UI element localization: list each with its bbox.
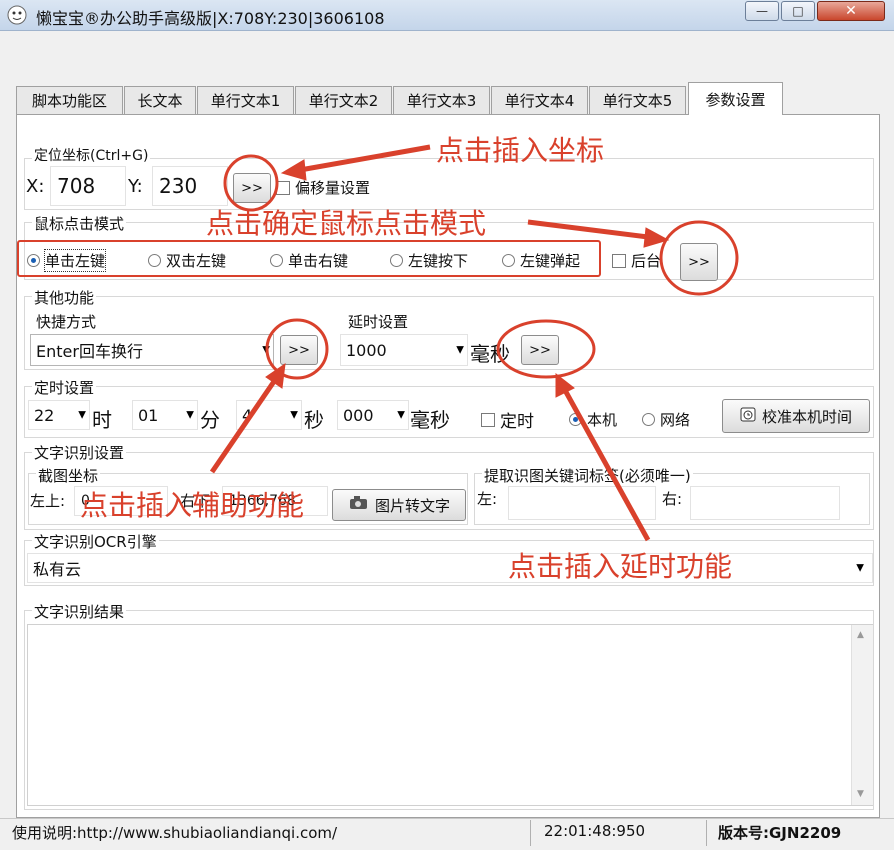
arrow-insert-coordinate xyxy=(299,144,431,173)
annotation-delay-function: 点击插入延时功能 xyxy=(508,550,733,583)
annotation-insert-coordinate: 点击插入坐标 xyxy=(436,134,605,167)
annotation-aux-function: 点击插入辅助功能 xyxy=(80,489,305,522)
arrow-aux xyxy=(209,378,278,474)
circle-shortcut xyxy=(265,318,329,380)
arrowhead-insert-coordinate xyxy=(280,159,307,181)
circle-delay xyxy=(496,319,596,379)
arrow-delay xyxy=(563,390,651,542)
tab-parameter-settings[interactable]: 参数设置 xyxy=(688,82,783,115)
circle-click-mode xyxy=(659,220,739,296)
arrow-click-mode xyxy=(527,219,649,240)
annotation-overlay xyxy=(209,144,739,542)
annotation-click-mode: 点击确定鼠标点击模式 xyxy=(206,207,487,240)
